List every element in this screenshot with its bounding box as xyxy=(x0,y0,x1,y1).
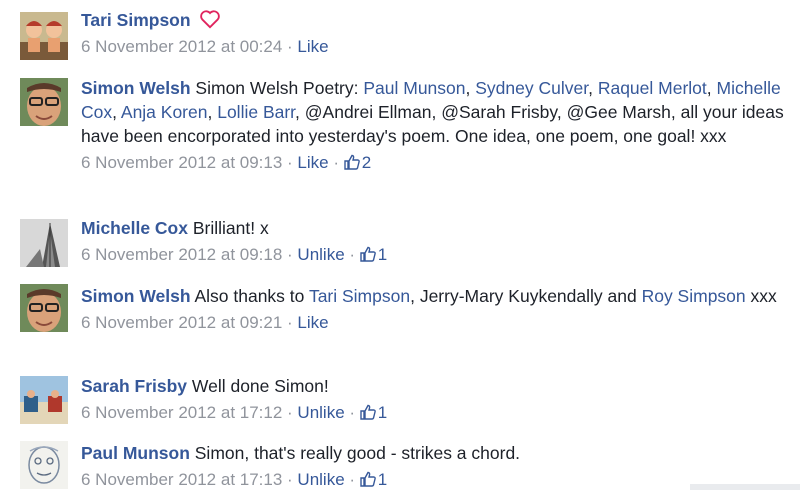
avatar-image xyxy=(20,12,68,60)
comment-timestamp[interactable]: 6 November 2012 at 17:13 xyxy=(81,470,282,489)
comment-author[interactable]: Sarah Frisby xyxy=(81,376,187,396)
comment-meta: 6 November 2012 at 17:13 · Unlike · 1 xyxy=(81,468,792,492)
separator: · xyxy=(344,470,360,489)
mention-link[interactable]: Raquel Merlot xyxy=(598,78,707,98)
like-count-value: 1 xyxy=(377,470,388,489)
comment-author[interactable]: Tari Simpson xyxy=(81,10,191,30)
comment-text: , xyxy=(706,78,717,98)
avatar[interactable] xyxy=(20,12,68,60)
like-count[interactable]: 1 xyxy=(360,470,387,489)
comment-text: Brilliant! x xyxy=(187,218,269,238)
thumbs-up-icon xyxy=(360,246,376,262)
comment-timestamp[interactable]: 6 November 2012 at 00:24 xyxy=(81,37,282,56)
bottom-edge-bar xyxy=(690,484,800,490)
like-count[interactable]: 1 xyxy=(360,245,387,264)
comment-meta: 6 November 2012 at 09:21 · Like xyxy=(81,311,792,335)
comment-author[interactable]: Paul Munson xyxy=(81,443,190,463)
avatar-image xyxy=(20,78,68,126)
comment-timestamp[interactable]: 6 November 2012 at 17:12 xyxy=(81,403,282,422)
comment-author[interactable]: Michelle Cox xyxy=(81,218,188,238)
separator: · xyxy=(282,470,298,489)
comment-text: , xyxy=(207,102,218,122)
comment-text: xxx xyxy=(745,286,777,306)
heart-icon xyxy=(200,10,221,29)
like-link[interactable]: Like xyxy=(297,153,328,172)
comment-meta: 6 November 2012 at 00:24 · Like xyxy=(81,35,792,59)
comment-author[interactable]: Simon Welsh xyxy=(81,286,191,306)
comment-timestamp[interactable]: 6 November 2012 at 09:18 xyxy=(81,245,282,264)
comment-text: , xyxy=(588,78,598,98)
like-link[interactable]: Like xyxy=(297,313,328,332)
avatar[interactable] xyxy=(20,441,68,489)
mention-link[interactable]: Anja Koren xyxy=(121,102,208,122)
separator: · xyxy=(328,153,344,172)
separator: · xyxy=(282,245,298,264)
separator: · xyxy=(344,403,360,422)
comment-meta: 6 November 2012 at 09:13 · Like · 2 xyxy=(81,151,792,175)
unlike-link[interactable]: Unlike xyxy=(297,470,344,489)
separator: · xyxy=(282,313,298,332)
comment-timestamp[interactable]: 6 November 2012 at 09:13 xyxy=(81,153,282,172)
avatar[interactable] xyxy=(20,78,68,126)
avatar-image xyxy=(20,376,68,424)
comment-timestamp[interactable]: 6 November 2012 at 09:21 xyxy=(81,313,282,332)
like-count[interactable]: 2 xyxy=(344,153,371,172)
mention-link[interactable]: Sydney Culver xyxy=(475,78,588,98)
comment-text: , xyxy=(112,102,121,122)
comment-meta: 6 November 2012 at 17:12 · Unlike · 1 xyxy=(81,401,792,425)
separator: · xyxy=(282,37,298,56)
unlike-link[interactable]: Unlike xyxy=(297,245,344,264)
avatar-image xyxy=(20,441,68,489)
separator: · xyxy=(282,403,298,422)
like-count[interactable]: 1 xyxy=(360,403,387,422)
mention-link[interactable]: Roy Simpson xyxy=(642,286,746,306)
mention-link[interactable]: Tari Simpson xyxy=(309,286,410,306)
separator: · xyxy=(344,245,360,264)
like-link[interactable]: Like xyxy=(297,37,328,56)
like-count-value: 2 xyxy=(361,153,372,172)
comment-text: Well done Simon! xyxy=(187,376,329,396)
avatar[interactable] xyxy=(20,376,68,424)
comment-meta: 6 November 2012 at 09:18 · Unlike · 1 xyxy=(81,243,792,267)
unlike-link[interactable]: Unlike xyxy=(297,403,344,422)
avatar-image xyxy=(20,219,68,267)
thumbs-up-icon xyxy=(360,404,376,420)
mention-link[interactable]: Lollie Barr xyxy=(217,102,295,122)
thumbs-up-icon xyxy=(344,154,360,170)
comment-text: Simon Welsh Poetry: xyxy=(190,78,364,98)
avatar[interactable] xyxy=(20,219,68,267)
separator: · xyxy=(282,153,298,172)
comment-text: , xyxy=(465,78,476,98)
comment-text: Also thanks to xyxy=(190,286,309,306)
thumbs-up-icon xyxy=(360,471,376,487)
comment-text: , Jerry-Mary Kuykendally and xyxy=(410,286,642,306)
avatar-image xyxy=(20,284,68,332)
mention-link[interactable]: Paul Munson xyxy=(363,78,465,98)
comment-text: Simon, that's really good - strikes a ch… xyxy=(189,443,521,463)
comment-author[interactable]: Simon Welsh xyxy=(81,78,191,98)
like-count-value: 1 xyxy=(377,403,388,422)
like-count-value: 1 xyxy=(377,245,388,264)
avatar[interactable] xyxy=(20,284,68,332)
